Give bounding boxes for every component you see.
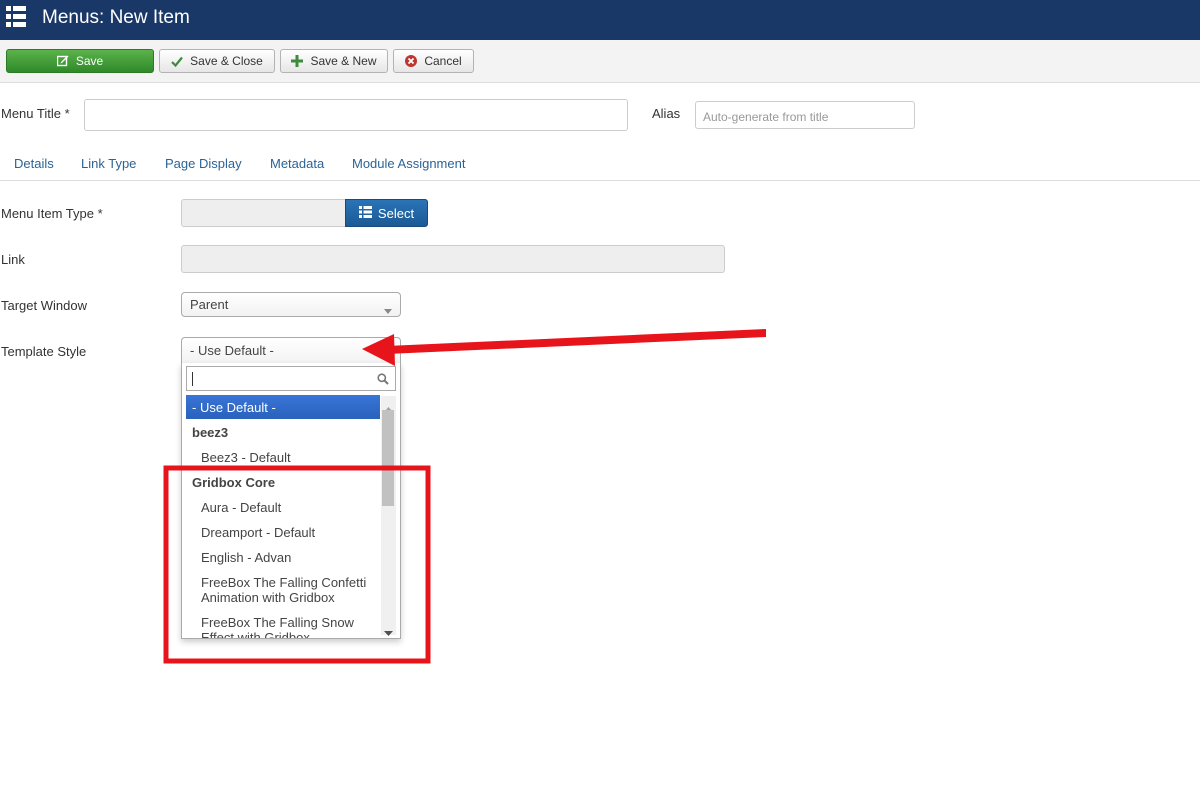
save-close-label: Save & Close <box>190 54 263 68</box>
select-button-label: Select <box>377 205 415 221</box>
tab-module-assignment[interactable]: Module Assignment <box>352 156 465 172</box>
red-arrow-annotation <box>362 329 766 366</box>
cancel-label: Cancel <box>424 54 462 68</box>
target-window-value: Parent <box>190 297 229 312</box>
checkmark-icon <box>171 56 183 67</box>
option-freebox-confetti[interactable]: FreeBox The Falling Confetti Animation w… <box>186 575 376 605</box>
option-english-advan[interactable]: English - Advan <box>186 550 380 565</box>
option-dreamport-default[interactable]: Dreamport - Default <box>186 525 380 540</box>
save-button[interactable]: Save <box>6 49 154 73</box>
alias-placeholder: Auto-generate from title <box>703 110 829 124</box>
template-style-value: - Use Default - <box>190 343 274 358</box>
page-title: Menus: New Item <box>42 7 190 28</box>
template-style-label: Template Style <box>1 344 87 359</box>
menu-item-type-field <box>181 199 346 227</box>
option-aura-default[interactable]: Aura - Default <box>186 500 380 515</box>
save-close-button[interactable]: Save & Close <box>159 49 275 73</box>
cancel-button[interactable]: Cancel <box>393 49 474 73</box>
tabs-divider <box>0 180 1200 181</box>
tab-page-display[interactable]: Page Display <box>165 156 242 172</box>
dropdown-scroll-thumb[interactable] <box>382 410 394 506</box>
target-window-label: Target Window <box>1 298 87 313</box>
chevron-down-icon <box>384 302 392 320</box>
tab-details[interactable]: Details <box>14 156 54 172</box>
plus-icon <box>291 55 304 67</box>
save-new-button[interactable]: Save & New <box>280 49 388 73</box>
search-icon <box>377 372 389 390</box>
dropdown-search-input[interactable] <box>186 366 396 391</box>
link-field <box>181 245 725 273</box>
option-beez3-default[interactable]: Beez3 - Default <box>186 450 380 465</box>
menu-title-input[interactable] <box>84 99 628 131</box>
target-window-select[interactable]: Parent <box>181 292 401 317</box>
menu-item-type-label: Menu Item Type * <box>1 206 103 221</box>
option-group-gridbox-core: Gridbox Core <box>192 475 276 490</box>
option-freebox-snow[interactable]: FreeBox The Falling Snow Effect with Gri… <box>186 615 376 638</box>
menu-title-label: Menu Title * <box>1 106 70 121</box>
list-icon <box>6 6 26 28</box>
option-group-beez3: beez3 <box>192 425 229 440</box>
save-button-label: Save <box>75 54 104 68</box>
link-label: Link <box>1 252 25 267</box>
toolbar: Save Save & Close Save & New Cancel <box>0 40 1200 83</box>
text-cursor <box>192 372 193 386</box>
option-use-default[interactable]: - Use Default - <box>186 395 380 419</box>
tab-link-type[interactable]: Link Type <box>81 156 136 172</box>
cancel-icon <box>405 55 418 67</box>
alias-input[interactable]: Auto-generate from title <box>695 101 915 129</box>
select-button[interactable]: Select <box>345 199 428 227</box>
dropdown-options-list: - Use Default - beez3 Beez3 - Default Gr… <box>186 395 380 638</box>
scroll-down-icon[interactable] <box>384 624 393 642</box>
list-icon <box>358 205 372 221</box>
save-new-label: Save & New <box>310 54 377 68</box>
template-style-select[interactable]: - Use Default - <box>181 337 401 364</box>
alias-label: Alias <box>652 106 681 121</box>
tab-metadata[interactable]: Metadata <box>270 156 324 172</box>
edit-icon <box>56 55 69 67</box>
